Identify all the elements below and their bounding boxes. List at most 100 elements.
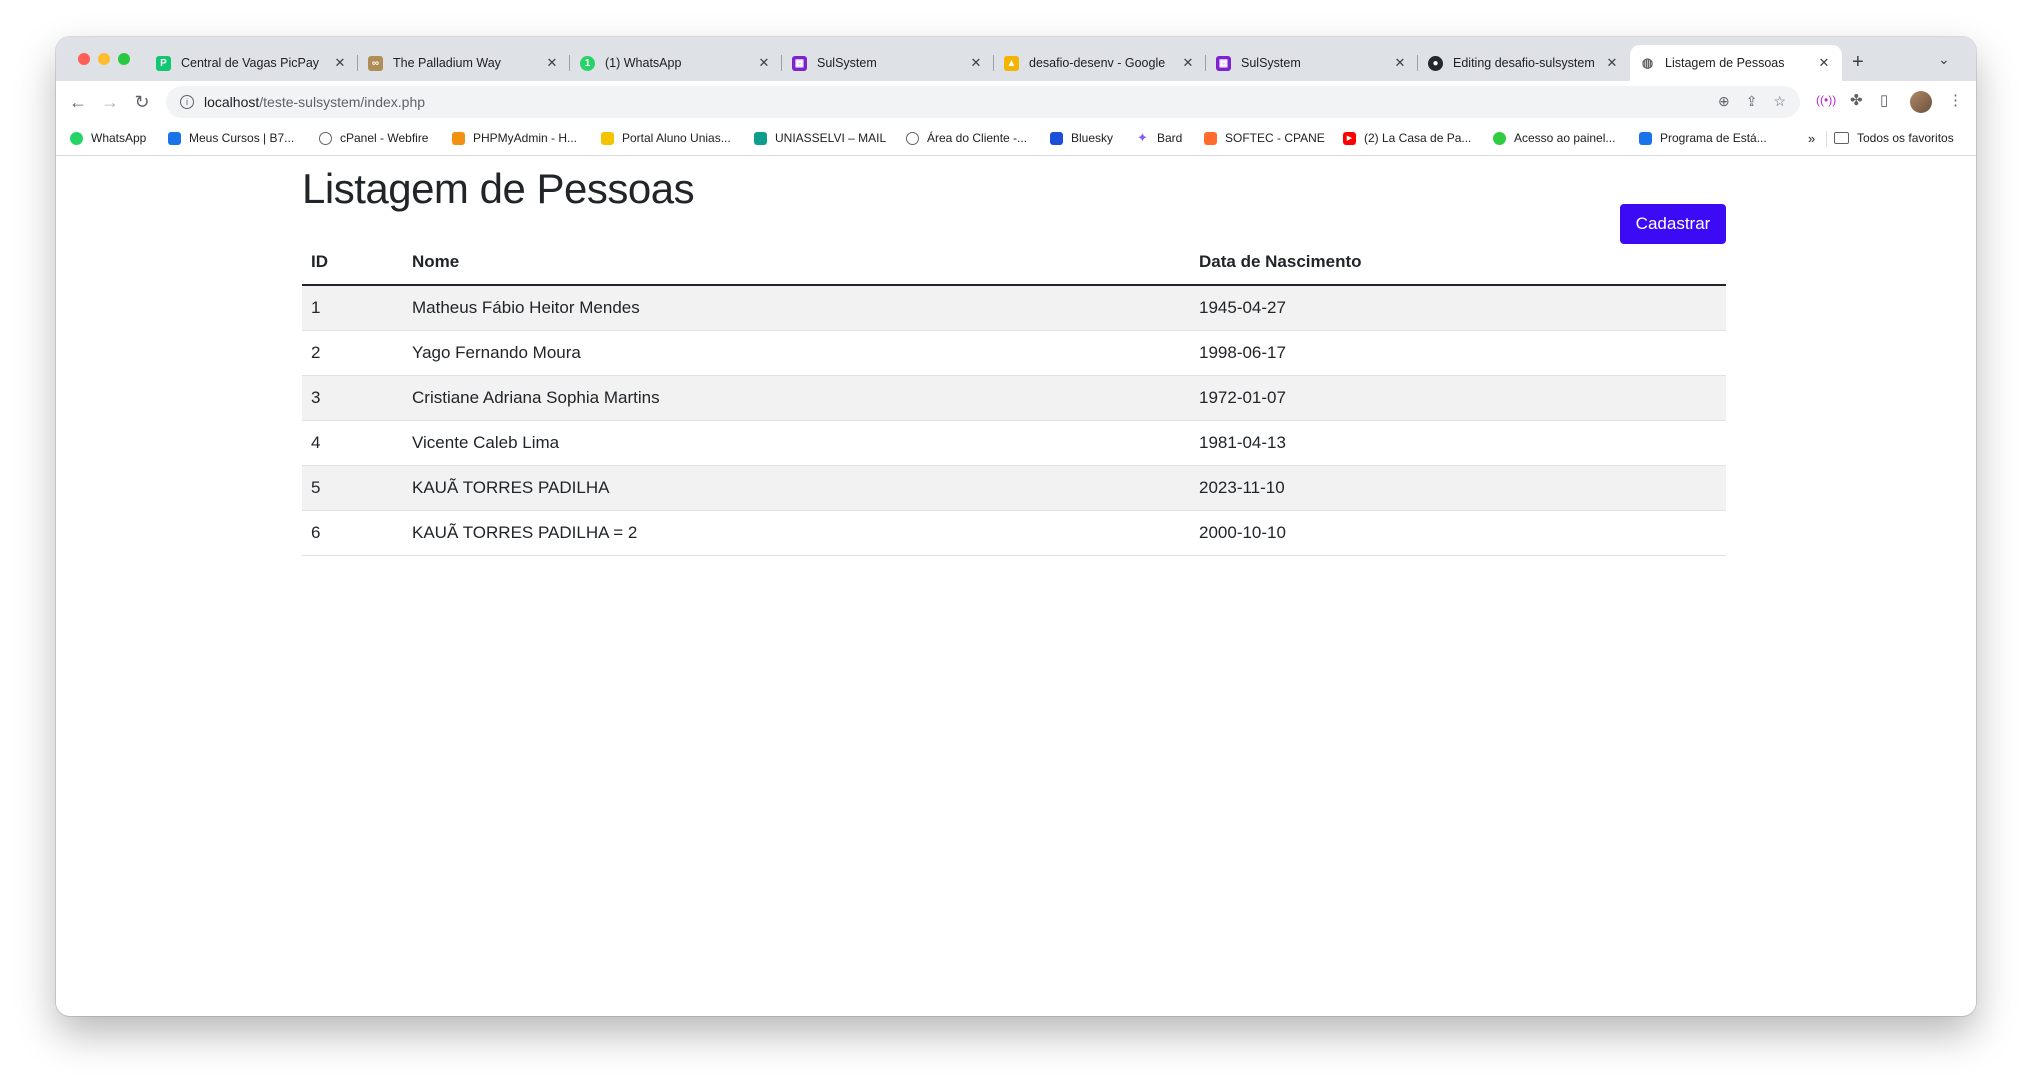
sparkle-icon: ✦ [1137,130,1148,145]
bookmark-whatsapp[interactable]: WhatsApp [70,131,146,145]
tab-title: The Palladium Way [393,56,501,70]
youtube-icon: ▶ [1343,131,1356,145]
bluesky-icon [1050,131,1063,145]
table-row: 4 Vicente Caleb Lima 1981-04-13 [302,420,1726,466]
column-header-nome: Nome [403,240,1190,286]
cpanel-icon [1204,131,1217,145]
tab-sulsystem-2[interactable]: ▦ SulSystem ✕ [1206,45,1418,81]
bookmark-portal-aluno[interactable]: Portal Aluno Unias... [601,131,731,145]
tab-sulsystem[interactable]: ▦ SulSystem ✕ [782,45,994,81]
share-icon[interactable]: ⇪ [1746,93,1758,110]
tab-title: Listagem de Pessoas [1665,56,1785,70]
bookmark-cpanel[interactable]: cPanel - Webfire [319,131,428,145]
bookmark-bluesky[interactable]: Bluesky [1050,131,1113,145]
github-icon: ● [1428,55,1443,71]
cadastrar-button[interactable]: Cadastrar [1620,204,1726,244]
tab-github-editing[interactable]: ● Editing desafio-sulsystem ✕ [1418,45,1630,81]
bookmark-label: Programa de Está... [1660,131,1767,145]
bookmark-label: Meus Cursos | B7... [189,131,295,145]
broadcast-extension-icon[interactable]: ((•)) [1816,93,1836,107]
palladium-icon: ∞ [368,55,383,71]
form-icon: ▦ [792,55,807,71]
close-tab-icon[interactable]: ✕ [1180,55,1196,71]
close-tab-icon[interactable]: ✕ [756,55,772,71]
close-tab-icon[interactable]: ✕ [332,55,348,71]
tab-listagem-de-pessoas[interactable]: ◍ Listagem de Pessoas ✕ [1630,45,1842,81]
tab-title: (1) WhatsApp [605,56,682,70]
tab-whatsapp[interactable]: 1 (1) WhatsApp ✕ [570,45,782,81]
bookmark-label: Bluesky [1071,131,1114,145]
bookmark-label: Área do Cliente -... [927,131,1028,145]
bookmark-la-casa-de-papel[interactable]: ▶ (2) La Casa de Pa... [1343,131,1471,145]
url-host: localhost [204,94,260,110]
cell-data-nascimento: 1998-06-17 [1190,330,1726,376]
bookmark-label: SOFTEC - CPANE [1225,131,1325,145]
table-row: 1 Matheus Fábio Heitor Mendes 1945-04-27 [302,285,1726,331]
bookmark-bard[interactable]: ✦ Bard [1136,130,1182,145]
cell-data-nascimento: 1972-01-07 [1190,375,1726,421]
bookmarks-overflow-chevron[interactable]: » [1808,131,1815,146]
cell-nome: Vicente Caleb Lima [403,420,1190,466]
bookmark-meus-cursos[interactable]: Meus Cursos | B7... [168,131,294,145]
globe-icon: ◍ [1641,55,1654,70]
overflow-label: » [1808,131,1816,146]
all-bookmarks-folder[interactable]: Todos os favoritos [1834,131,1954,145]
bookmark-acesso-painel[interactable]: Acesso ao painel... [1493,131,1615,145]
bookmark-label: cPanel - Webfire [340,131,429,145]
tab-central-de-vagas[interactable]: P Central de Vagas PicPay ✕ [146,45,358,81]
cell-nome: Cristiane Adriana Sophia Martins [403,375,1190,421]
tab-palladium-way[interactable]: ∞ The Palladium Way ✕ [358,45,570,81]
bookmark-label: Todos os favoritos [1857,131,1954,145]
bookmarks-divider [1826,131,1827,147]
cell-nome: KAUÃ TORRES PADILHA [403,465,1190,511]
whatsapp-icon: 1 [580,55,595,71]
tab-desafio-desenv[interactable]: ▲ desafio-desenv - Google ✕ [994,45,1206,81]
cell-nome: Yago Fernando Moura [403,330,1190,376]
bookmark-area-cliente[interactable]: Área do Cliente -... [906,131,1027,145]
google-drive-icon: ▲ [1004,55,1019,71]
bookmark-programa-estagio[interactable]: Programa de Está... [1639,131,1767,145]
bookmark-uniasselvi-mail[interactable]: UNIASSELVI – MAIL [754,131,886,145]
form-icon: ▦ [1216,55,1231,71]
cell-id: 1 [302,285,403,331]
bookmark-phpmyadmin[interactable]: PHPMyAdmin - H... [452,131,577,145]
globe-icon [906,131,919,145]
extensions-puzzle-icon[interactable]: ✤ [1850,91,1863,109]
tab-search-chevron-icon[interactable]: ⌄ [1938,51,1950,68]
tab-strip: P Central de Vagas PicPay ✕ ∞ The Pallad… [56,37,1976,81]
bookmark-label: PHPMyAdmin - H... [473,131,578,145]
bookmark-softec[interactable]: SOFTEC - CPANE [1204,131,1325,145]
bookmark-label: (2) La Casa de Pa... [1364,131,1472,145]
back-arrow-icon[interactable]: ← [66,90,90,114]
close-tab-icon[interactable]: ✕ [544,55,560,71]
close-tab-icon[interactable]: ✕ [1392,55,1408,71]
maximize-window-button[interactable] [118,53,130,65]
zoom-icon[interactable]: ⊕ [1718,93,1730,110]
new-tab-icon[interactable]: + [1852,51,1864,74]
minimize-window-button[interactable] [98,53,110,65]
kebab-menu-icon[interactable]: ⋮ [1948,91,1963,109]
program-icon [1639,131,1652,145]
browser-window: P Central de Vagas PicPay ✕ ∞ The Pallad… [56,37,1976,1016]
column-header-data-nascimento: Data de Nascimento [1190,240,1726,286]
cell-data-nascimento: 2023-11-10 [1190,465,1726,511]
cell-data-nascimento: 1981-04-13 [1190,420,1726,466]
table-header-row: ID Nome Data de Nascimento [302,240,1726,286]
bookmark-label: UNIASSELVI – MAIL [775,131,887,145]
globe-icon [319,131,332,145]
site-info-icon[interactable]: i [180,95,194,109]
forward-arrow-icon[interactable]: → [98,90,122,114]
people-icon [168,131,181,145]
tab-title: SulSystem [1241,56,1301,70]
bookmarks-bar: WhatsApp Meus Cursos | B7... cPanel - We… [56,123,1976,156]
star-bookmark-icon[interactable]: ☆ [1773,93,1786,110]
address-bar[interactable]: i localhost/teste-sulsystem/index.php ⊕ … [166,86,1800,118]
reload-icon[interactable]: ↻ [130,90,154,114]
side-panel-icon[interactable]: ▯ [1880,91,1888,109]
close-window-button[interactable] [78,53,90,65]
profile-avatar[interactable] [1910,91,1932,113]
cell-nome: Matheus Fábio Heitor Mendes [403,285,1190,331]
close-tab-icon[interactable]: ✕ [968,55,984,71]
close-tab-icon[interactable]: ✕ [1816,55,1832,71]
close-tab-icon[interactable]: ✕ [1604,55,1620,71]
